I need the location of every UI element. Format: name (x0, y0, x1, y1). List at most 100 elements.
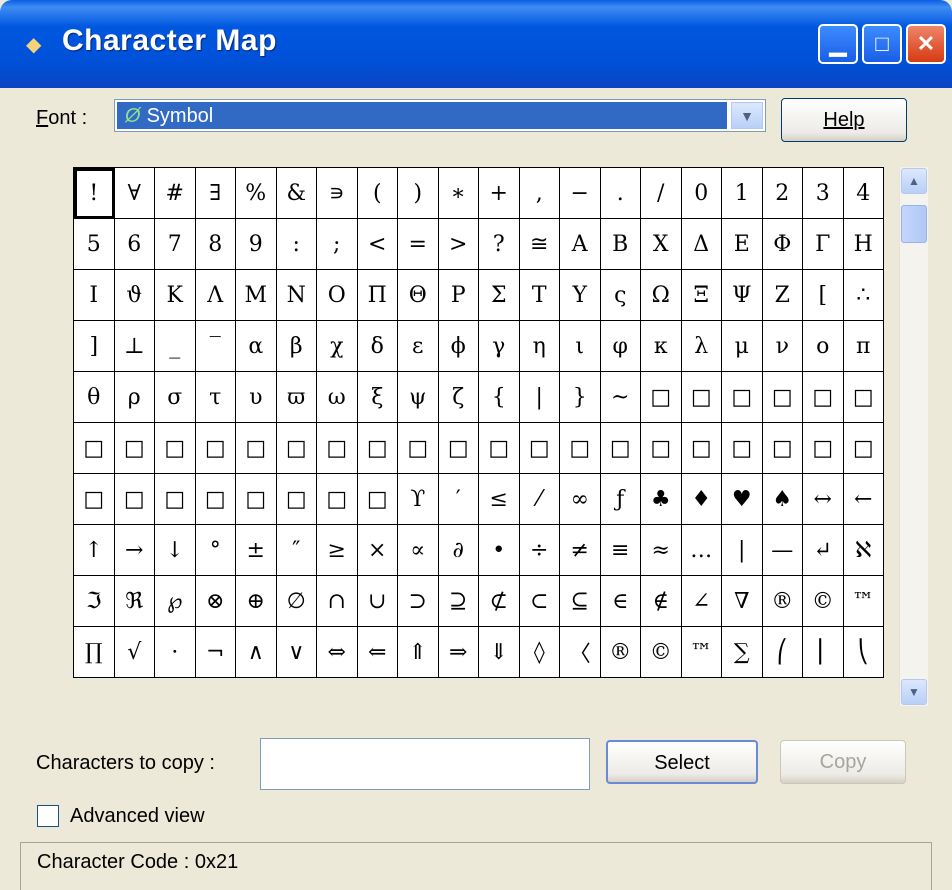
character-cell[interactable]: © (641, 627, 682, 678)
character-cell[interactable]: ♣ (641, 474, 682, 525)
character-cell[interactable]: ≤ (479, 474, 520, 525)
character-cell[interactable]: ± (236, 525, 277, 576)
character-cell[interactable]: 9 (236, 219, 277, 270)
character-cell[interactable]: χ (317, 321, 358, 372)
select-button[interactable]: Select (606, 740, 758, 784)
character-cell[interactable]: □ (803, 372, 844, 423)
character-cell[interactable]: : (276, 219, 317, 270)
character-cell[interactable]: { (479, 372, 520, 423)
character-cell[interactable]: Δ (681, 219, 722, 270)
character-cell[interactable]: > (438, 219, 479, 270)
character-cell[interactable]: ο (803, 321, 844, 372)
character-cell[interactable]: ) (398, 168, 439, 219)
character-cell[interactable]: ℜ (114, 576, 155, 627)
character-cell[interactable]: □ (762, 372, 803, 423)
character-cell[interactable]: τ (195, 372, 236, 423)
character-cell[interactable]: □ (155, 474, 196, 525)
character-cell[interactable]: ϒ (398, 474, 439, 525)
character-cell[interactable]: — (762, 525, 803, 576)
character-cell[interactable]: □ (641, 423, 682, 474)
character-cell[interactable]: ⇔ (317, 627, 358, 678)
character-cell[interactable]: □ (641, 372, 682, 423)
character-cell[interactable]: ∂ (438, 525, 479, 576)
character-cell[interactable]: Ν (276, 270, 317, 321)
character-cell[interactable]: ® (600, 627, 641, 678)
character-cell[interactable]: ÷ (519, 525, 560, 576)
character-grid[interactable]: ! ∀ # ∃% & ∍() ∗ +, −./0 1 2 3 4 5 6 7 8 9:; < = >? ≅ Α Β Χ Δ Ε Φ Γ Η… (73, 167, 884, 678)
character-cell[interactable]: ⊕ (236, 576, 277, 627)
character-cell[interactable]: ↔ (803, 474, 844, 525)
character-cell[interactable]: ∗ (438, 168, 479, 219)
character-cell[interactable]: □ (317, 423, 358, 474)
character-cell[interactable]: α (236, 321, 277, 372)
character-cell[interactable]: η (519, 321, 560, 372)
character-cell[interactable]: ⇒ (438, 627, 479, 678)
character-cell[interactable]: □ (722, 372, 763, 423)
character-cell[interactable]: ∝ (398, 525, 439, 576)
character-cell[interactable]: Θ (398, 270, 439, 321)
character-cell[interactable]: Λ (195, 270, 236, 321)
character-cell[interactable]: ♦ (681, 474, 722, 525)
character-cell[interactable]: ( (357, 168, 398, 219)
character-cell[interactable]: ⇓ (479, 627, 520, 678)
character-cell[interactable]: Π (357, 270, 398, 321)
character-cell[interactable]: ∠ (681, 576, 722, 627)
character-cell[interactable]: [ (803, 270, 844, 321)
character-cell[interactable]: ! (74, 168, 115, 219)
character-cell[interactable]: □ (114, 474, 155, 525)
character-cell[interactable]: ℑ (74, 576, 115, 627)
character-cell[interactable]: ∪ (357, 576, 398, 627)
character-cell[interactable]: □ (843, 372, 884, 423)
character-cell[interactable]: ↵ (803, 525, 844, 576)
character-cell[interactable]: ζ (438, 372, 479, 423)
character-cell[interactable]: □ (155, 423, 196, 474)
character-cell[interactable]: ⊄ (479, 576, 520, 627)
character-cell[interactable]: ≥ (317, 525, 358, 576)
character-cell[interactable]: . (600, 168, 641, 219)
character-cell[interactable]: □ (479, 423, 520, 474)
character-cell[interactable]: ⊃ (398, 576, 439, 627)
character-cell[interactable]: κ (641, 321, 682, 372)
character-cell[interactable]: Ζ (762, 270, 803, 321)
character-cell[interactable]: ⊆ (560, 576, 601, 627)
character-cell[interactable]: ″ (276, 525, 317, 576)
character-cell[interactable]: ϑ (114, 270, 155, 321)
character-cell[interactable]: _ (155, 321, 196, 372)
character-cell[interactable]: ⊇ (438, 576, 479, 627)
character-cell[interactable]: √ (114, 627, 155, 678)
character-cell[interactable]: + (479, 168, 520, 219)
character-cell[interactable]: ƒ (600, 474, 641, 525)
character-cell[interactable]: % (236, 168, 277, 219)
character-cell[interactable]: □ (722, 423, 763, 474)
character-cell[interactable]: ≠ (560, 525, 601, 576)
character-cell[interactable]: ♥ (722, 474, 763, 525)
character-cell[interactable]: γ (479, 321, 520, 372)
character-cell[interactable]: ∩ (317, 576, 358, 627)
character-cell[interactable]: , (519, 168, 560, 219)
character-cell[interactable]: ™ (843, 576, 884, 627)
character-cell[interactable]: ↑ (74, 525, 115, 576)
character-cell[interactable]: ∧ (236, 627, 277, 678)
character-cell[interactable]: Η (843, 219, 884, 270)
character-cell[interactable]: □ (317, 474, 358, 525)
character-cell[interactable]: λ (681, 321, 722, 372)
character-cell[interactable]: © (803, 576, 844, 627)
character-cell[interactable]: Ο (317, 270, 358, 321)
scroll-down-arrow-icon[interactable]: ▼ (901, 679, 927, 705)
character-cell[interactable]: ∞ (560, 474, 601, 525)
character-cell[interactable]: ∨ (276, 627, 317, 678)
character-cell[interactable]: = (398, 219, 439, 270)
close-button[interactable]: ✕ (906, 24, 946, 64)
character-cell[interactable]: □ (843, 423, 884, 474)
character-cell[interactable]: ⇐ (357, 627, 398, 678)
character-cell[interactable]: □ (236, 474, 277, 525)
character-cell[interactable]: ¬ (195, 627, 236, 678)
character-cell[interactable]: □ (681, 372, 722, 423)
character-cell[interactable]: □ (681, 423, 722, 474)
character-cell[interactable]: □ (398, 423, 439, 474)
scroll-up-arrow-icon[interactable]: ▲ (901, 168, 927, 194)
character-cell[interactable]: ∅ (276, 576, 317, 627)
character-cell[interactable]: ψ (398, 372, 439, 423)
character-cell[interactable]: ι (560, 321, 601, 372)
character-cell[interactable]: / (641, 168, 682, 219)
